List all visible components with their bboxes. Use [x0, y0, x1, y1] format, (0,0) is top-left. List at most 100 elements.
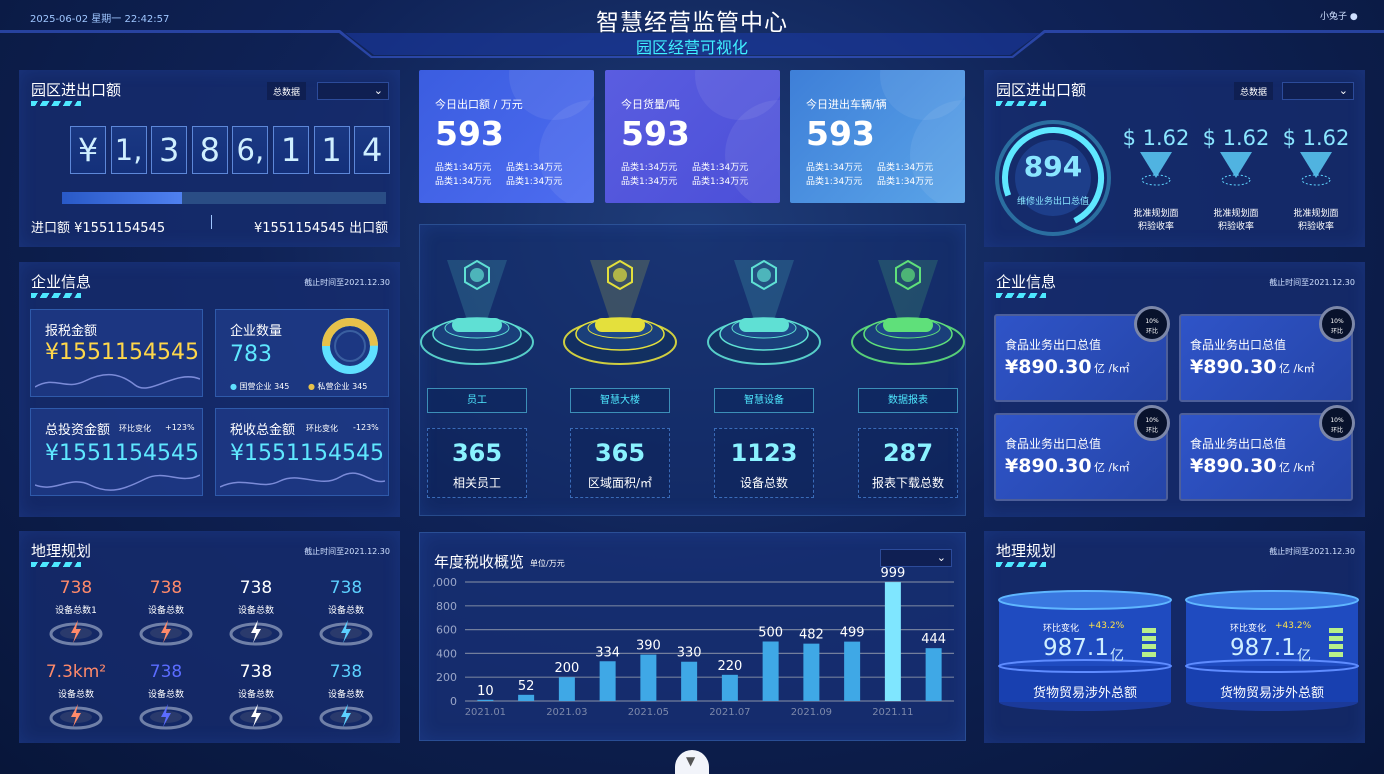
level-bars-icon — [1142, 628, 1156, 660]
gauge-label: 维修业务出口总值 — [1016, 197, 1089, 207]
device-label: 设备总数 — [327, 690, 364, 700]
platform-desc: 设备总数 — [739, 476, 788, 490]
bar-value-label: 499 — [840, 626, 865, 641]
taxtotal-value: ¥1551154545 — [230, 441, 384, 466]
level-bars-icon — [1329, 628, 1343, 660]
platform-value: 365 — [451, 439, 503, 467]
ring-label: 环比 — [1145, 427, 1158, 434]
kpi-sub: 品类1:34万元 — [506, 177, 563, 187]
title-stripe — [996, 562, 1046, 567]
chevron-down-icon: ▼ — [686, 754, 696, 768]
x-tick-label: 2021.03 — [546, 707, 587, 718]
chart-bar — [599, 661, 616, 701]
export-label: 食品业务出口总值 — [1005, 437, 1102, 451]
kpi-sub: 品类1:34万元 — [877, 163, 934, 173]
trade-label: 货物贸易涉外总额 — [1032, 686, 1137, 701]
chart-bar — [803, 643, 820, 701]
platform-pedestal-icon — [420, 259, 534, 365]
y-tick-label: 0 — [450, 695, 457, 708]
panel-date-note: 截止时间至2021.12.30 — [304, 278, 390, 287]
kpi-value: 593 — [435, 114, 504, 153]
rate-value: $ 1.62 — [1202, 126, 1270, 150]
platform-desc: 报表下载总数 — [871, 476, 944, 490]
title-stripe — [31, 293, 81, 298]
funnel-icon — [1300, 152, 1332, 186]
device-label: 设备总数 — [237, 690, 274, 700]
panel-title: 企业信息 — [31, 273, 92, 291]
company-donut-chart — [322, 318, 378, 374]
lightning-device-icon — [229, 704, 283, 730]
lightning-device-icon — [229, 620, 283, 646]
kpi-sub: 品类1:34万元 — [806, 177, 863, 187]
kpi-sub: 品类1:34万元 — [435, 177, 492, 187]
platform-pedestal-icon — [707, 259, 821, 365]
export-unit: 亿 /k㎡ — [1279, 461, 1315, 474]
bar-value-label: 999 — [880, 566, 905, 581]
kpi-card: 今日进出车辆/辆 593 品类1:34万元 品类1:34万元 品类1:34万元 品类1:3… — [790, 70, 965, 203]
y-tick-label: 400 — [436, 647, 457, 660]
investment-wave-line — [35, 474, 200, 491]
investment-card: 总投资金额 环比变化 +123% ¥1551154545 — [30, 408, 203, 496]
ring-percent: 10% — [1330, 318, 1344, 325]
device-label: 设备总数 — [147, 690, 184, 700]
export-label: 食品业务出口总值 — [1190, 338, 1287, 352]
trade-value: 987.1 — [1043, 635, 1109, 661]
platform-stat: 365 相关员工 — [427, 428, 527, 498]
change-ring: 10% 环比 — [1319, 306, 1355, 342]
device-label: 设备总数1 — [55, 606, 97, 616]
lightning-device-icon — [139, 620, 193, 646]
ring-label: 环比 — [1330, 427, 1343, 434]
kpi-sub: 品类1:34万元 — [621, 177, 678, 187]
chart-bar — [884, 582, 901, 701]
kpi-title: 今日货量/吨 — [621, 98, 680, 111]
panel-title: 园区进出口额 — [996, 81, 1087, 99]
bar-value-label: 482 — [799, 628, 824, 643]
company-count-value: 783 — [230, 342, 272, 367]
tax-card: 报税金额 ¥1551154545 — [30, 309, 203, 397]
export-unit: 亿 /k㎡ — [1094, 362, 1130, 375]
platform-label[interactable]: 智慧大楼 — [570, 388, 670, 413]
tax-value: ¥1551154545 — [45, 340, 199, 365]
divider — [211, 215, 212, 229]
platform-stat: 365 区域面积/㎡ — [570, 428, 670, 498]
kpi-value: 593 — [806, 114, 875, 153]
user-icon: ● — [1349, 12, 1358, 22]
platform-desc: 相关员工 — [452, 476, 501, 490]
trade-unit: 亿 — [1110, 648, 1124, 664]
bar-value-label: 200 — [554, 661, 579, 676]
kpi-sub: 品类1:34万元 — [877, 177, 934, 187]
filter-select[interactable]: ⌄ — [317, 82, 389, 100]
expand-toggle-button[interactable]: ▼ — [675, 750, 709, 774]
bar-value-label: 390 — [636, 639, 661, 654]
platform-label[interactable]: 员工 — [427, 388, 527, 413]
chart-bar — [477, 699, 494, 701]
user-menu[interactable]: 小兔子 ● — [1320, 9, 1358, 22]
panel-date-note: 截止时间至2021.12.30 — [304, 547, 390, 556]
platform-value: 365 — [594, 439, 646, 467]
bar-value-label: 220 — [717, 659, 742, 674]
lightning-device-icon — [49, 704, 103, 730]
rate-value: $ 1.62 — [1282, 126, 1350, 150]
kpi-title: 今日出口额 / 万元 — [435, 98, 523, 111]
chart-bar — [640, 654, 657, 701]
rate-label: 积验收率 — [1217, 222, 1254, 232]
kpi-card: 今日出口额 / 万元 593 品类1:34万元 品类1:34万元 品类1:34万元 品类1… — [419, 70, 594, 203]
legend-private: ● 私营企业 345 — [308, 382, 368, 391]
funnel-icon — [1140, 152, 1172, 186]
x-tick-label: 2021.11 — [872, 707, 913, 718]
taxtotal-wave-line — [220, 472, 385, 488]
device-label: 设备总数 — [57, 690, 94, 700]
x-tick-label: 2021.01 — [465, 707, 506, 718]
amount-digit: ¥ — [70, 126, 106, 174]
filter-select[interactable]: ⌄ — [1282, 82, 1354, 100]
export-value: ¥890.30 — [1190, 356, 1277, 378]
kpi-sub: 品类1:34万元 — [806, 163, 863, 173]
rate-label: 批准规划面 — [1293, 209, 1339, 219]
kpi-title: 今日进出车辆/辆 — [806, 98, 887, 111]
platform-label[interactable]: 智慧设备 — [714, 388, 814, 413]
platform-label[interactable]: 数据报表 — [858, 388, 958, 413]
funnel-icon — [1220, 152, 1252, 186]
amount-digit: 3 — [151, 126, 188, 174]
lightning-device-icon — [139, 704, 193, 730]
device-count: 738 — [239, 578, 273, 598]
